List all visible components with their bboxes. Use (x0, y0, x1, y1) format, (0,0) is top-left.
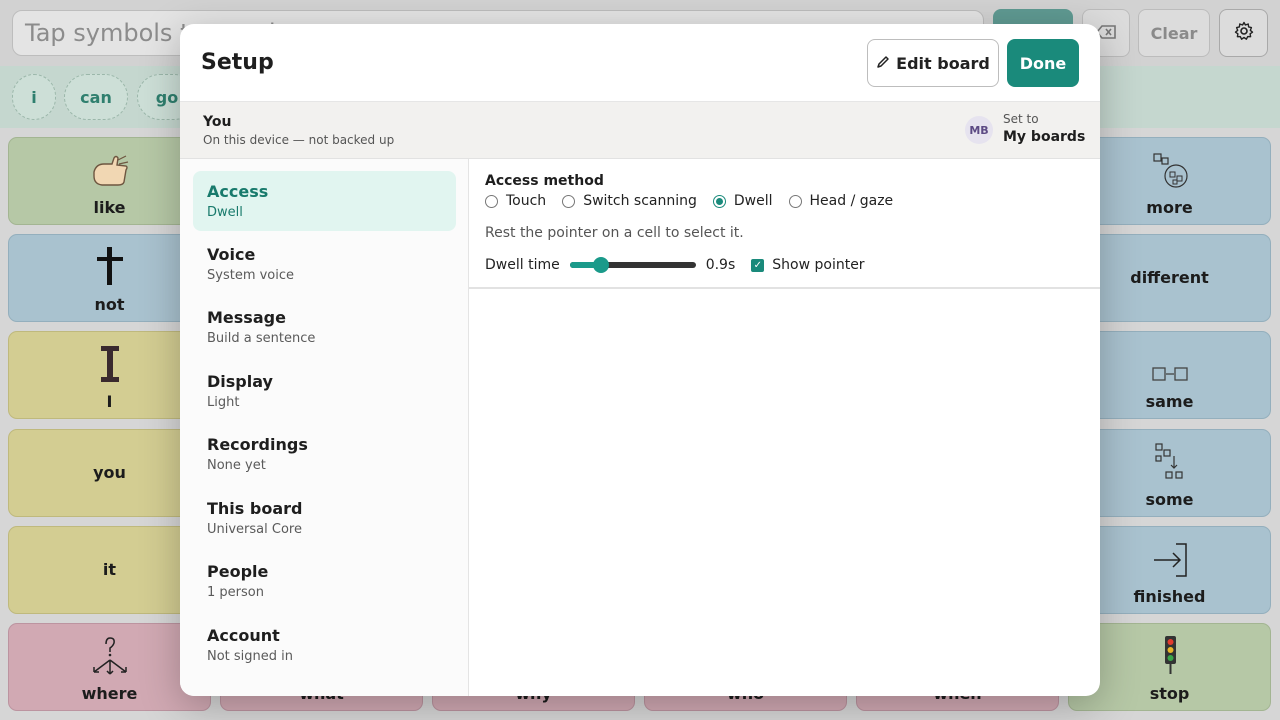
cell-label: more (1146, 198, 1193, 217)
sidebar-item-sub: Light (207, 395, 240, 410)
radio-switch-scanning[interactable]: Switch scanning (562, 193, 697, 209)
sidebar-item-label: Recordings (207, 435, 308, 454)
sidebar-item-sub: Dwell (207, 205, 243, 220)
profile-name: You (203, 114, 232, 130)
radio-label: Head / gaze (809, 193, 894, 209)
more-symbol-icon (1150, 150, 1190, 194)
where-arrows-icon (88, 636, 132, 680)
prediction-chip[interactable]: can (64, 74, 128, 120)
radio-indicator (562, 194, 576, 208)
same-symbol-icon (1150, 364, 1190, 388)
sidebar-item-label: This board (207, 499, 303, 518)
sidebar-item-sub: Build a sentence (207, 331, 316, 346)
access-controls: Access method Touch Switch scanning Dwel… (469, 159, 1100, 289)
dwell-time-label: Dwell time (485, 257, 560, 273)
traffic-light-icon (1160, 634, 1180, 680)
profile-bar[interactable]: You On this device — not backed up MB Se… (180, 102, 1100, 159)
sidebar-item-label: Access (207, 182, 269, 201)
sidebar-item-voice[interactable]: Voice System voice (193, 234, 456, 294)
radio-indicator (485, 194, 498, 208)
access-method-radio-group: Touch Switch scanning Dwell Head / gaze (485, 193, 909, 209)
access-settings-panel: Access method Touch Switch scanning Dwel… (469, 159, 1100, 696)
cell-label: same (1145, 392, 1194, 411)
sidebar-item-sub: Not signed in (207, 649, 294, 664)
access-hint: Rest the pointer on a cell to select it. (485, 225, 744, 241)
radio-head-gaze[interactable]: Head / gaze (788, 193, 894, 209)
edit-board-button[interactable]: Edit board (867, 39, 999, 87)
pencil-icon (876, 54, 890, 73)
thumbs-up-icon (88, 152, 132, 194)
finished-arrow-icon (1150, 541, 1190, 583)
sidebar-item-label: Voice (207, 245, 256, 264)
show-pointer-label: Show pointer (772, 257, 865, 273)
sidebar-item-label: Message (207, 308, 286, 327)
radio-dwell[interactable]: Dwell (712, 193, 773, 209)
dwell-time-value: 0.9s (705, 257, 736, 273)
cell-label: some (1145, 490, 1194, 509)
set-to-label: Set to (1003, 112, 1039, 126)
sidebar-item-sub: None yet (207, 458, 266, 473)
profile-subtitle: On this device — not backed up (203, 133, 395, 147)
cell-label: not (94, 295, 125, 314)
radio-label: Switch scanning (583, 193, 697, 209)
done-button[interactable]: Done (1007, 39, 1079, 87)
dialog-title: Setup (201, 50, 274, 75)
prediction-chip[interactable]: i (12, 74, 56, 120)
sidebar-item-people[interactable]: People 1 person (193, 551, 456, 611)
slider-thumb[interactable] (593, 257, 610, 273)
cross-icon (95, 245, 125, 291)
dialog-header: Setup Edit board Done (180, 24, 1100, 102)
cell-label: I (106, 392, 113, 411)
sidebar-item-this-board[interactable]: This board Universal Core (193, 488, 456, 548)
radio-label: Touch (506, 193, 547, 209)
cell-label: where (81, 684, 138, 703)
cell-label: it (102, 560, 117, 579)
letter-i-icon (98, 344, 122, 388)
settings-button[interactable] (1219, 9, 1268, 57)
access-method-title: Access method (485, 173, 604, 189)
radio-indicator (712, 194, 726, 208)
gear-icon (1234, 21, 1254, 45)
radio-label: Dwell (733, 193, 773, 209)
sidebar-item-label: Display (207, 372, 273, 391)
cell-label: different (1130, 268, 1209, 287)
sidebar-item-sub: 1 person (207, 585, 264, 600)
some-symbol-icon (1152, 442, 1188, 486)
settings-sidebar: Access Dwell Voice System voice Message … (180, 159, 469, 696)
dwell-time-slider[interactable] (569, 257, 696, 273)
edit-board-label: Edit board (896, 53, 990, 73)
sidebar-item-display[interactable]: Display Light (193, 361, 456, 421)
cell-label: stop (1149, 684, 1190, 703)
show-pointer-checkbox[interactable]: ✓ (751, 258, 765, 272)
sidebar-item-sub: Universal Core (207, 522, 302, 537)
clear-button[interactable]: Clear (1138, 9, 1210, 57)
sidebar-item-label: People (207, 562, 269, 581)
cell-label: finished (1133, 587, 1206, 606)
dwell-time-row: Dwell time 0.9s ✓ Show pointer (485, 257, 865, 273)
sidebar-item-label: Account (207, 626, 280, 645)
radio-indicator (788, 194, 802, 208)
sidebar-item-sub: System voice (207, 268, 295, 283)
cell-label: you (93, 463, 126, 482)
sidebar-item-message[interactable]: Message Build a sentence (193, 297, 456, 357)
radio-touch[interactable]: Touch (485, 193, 546, 209)
setup-dialog: Setup Edit board Done You On this device… (180, 24, 1100, 696)
sidebar-item-access[interactable]: Access Dwell (193, 171, 456, 231)
sidebar-item-account[interactable]: Account Not signed in (193, 615, 456, 675)
avatar: MB (965, 116, 993, 144)
cell-label: like (93, 198, 126, 217)
sidebar-item-recordings[interactable]: Recordings None yet (193, 424, 456, 484)
set-to-value: My boards (1003, 129, 1086, 145)
